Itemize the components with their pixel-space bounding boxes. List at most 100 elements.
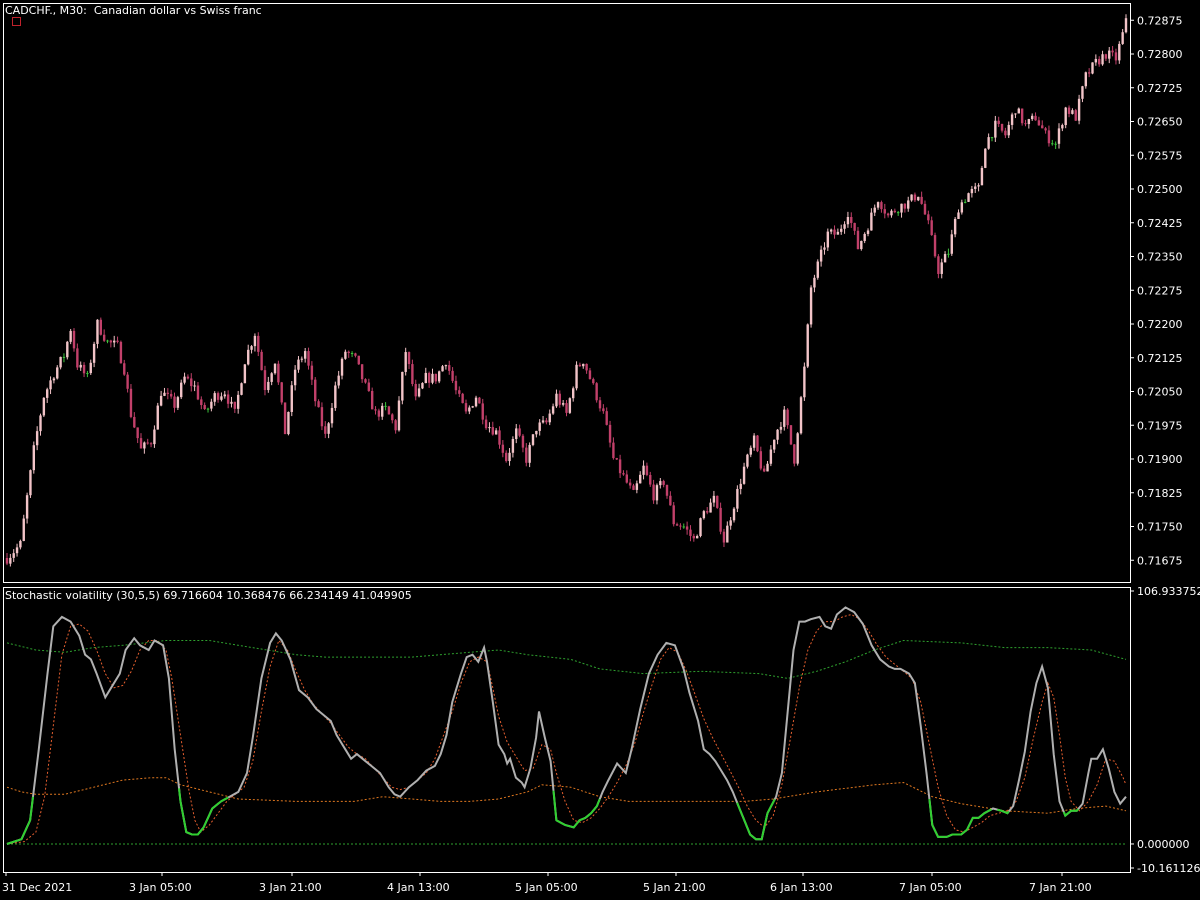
- one-click-trading-icon[interactable]: [12, 17, 21, 26]
- candle: [937, 254, 940, 279]
- candle: [582, 363, 585, 369]
- candle: [52, 376, 56, 384]
- candle: [736, 485, 739, 513]
- candle: [789, 425, 793, 446]
- indicator-axis-label: -10.161126: [1137, 862, 1200, 875]
- candle: [471, 405, 474, 408]
- candle: [685, 521, 689, 535]
- candle: [947, 248, 950, 258]
- candle: [230, 396, 233, 408]
- candle-series: [5, 14, 1128, 567]
- candle: [1121, 29, 1124, 45]
- candle: [12, 549, 15, 562]
- candle: [250, 345, 253, 354]
- candle: [742, 462, 746, 485]
- candle: [625, 470, 629, 484]
- price-axis-label: 0.72200: [1137, 318, 1183, 331]
- candle: [511, 436, 515, 458]
- candle: [324, 421, 327, 439]
- indicator-line-oversold: [736, 798, 776, 841]
- candle: [257, 332, 260, 357]
- candle: [585, 363, 588, 374]
- candle: [156, 402, 159, 430]
- candle: [592, 377, 595, 385]
- candle: [280, 381, 283, 405]
- candle: [32, 441, 36, 474]
- candle: [652, 479, 655, 504]
- candle: [766, 460, 769, 472]
- candle: [521, 433, 525, 453]
- candle: [498, 426, 501, 449]
- candle: [984, 148, 987, 169]
- candle: [659, 477, 662, 489]
- candle: [953, 217, 957, 238]
- candle: [746, 453, 749, 469]
- candle: [283, 402, 287, 435]
- candle: [1024, 119, 1027, 127]
- candle: [531, 434, 535, 447]
- candle: [1014, 113, 1017, 119]
- candle: [133, 412, 136, 429]
- candle: [203, 402, 206, 410]
- candle: [669, 491, 672, 506]
- candle: [216, 391, 220, 403]
- candle: [458, 386, 461, 398]
- candle: [437, 370, 441, 384]
- candle: [384, 402, 387, 411]
- indicator-line-lower_level: [6, 777, 1127, 814]
- candle: [488, 422, 491, 433]
- candle: [407, 351, 411, 370]
- candle: [860, 240, 863, 251]
- candle: [99, 317, 103, 336]
- candle: [1047, 125, 1051, 147]
- candle: [615, 457, 618, 460]
- candle: [783, 405, 786, 431]
- candle: [86, 370, 89, 378]
- candle: [180, 379, 183, 400]
- time-axis-label: 3 Jan 21:00: [259, 881, 322, 894]
- candle: [183, 372, 186, 385]
- candle: [367, 378, 371, 392]
- candle: [1077, 94, 1081, 125]
- price-axis-label: 0.72275: [1137, 284, 1183, 297]
- indicator-line-oversold: [6, 796, 34, 845]
- candle: [431, 368, 434, 385]
- candle: [595, 382, 598, 403]
- candle: [682, 523, 685, 529]
- indicator-line-oversold: [178, 788, 229, 836]
- candle: [923, 200, 927, 216]
- candle: [1010, 112, 1014, 130]
- candle: [1091, 62, 1094, 75]
- candle: [370, 387, 374, 410]
- candle: [468, 405, 471, 415]
- candle: [642, 460, 645, 480]
- candle: [963, 199, 967, 204]
- candle: [876, 201, 880, 210]
- candle: [799, 395, 803, 435]
- candle: [411, 359, 414, 387]
- candle: [213, 391, 216, 406]
- candle: [612, 437, 615, 460]
- candle: [1027, 118, 1031, 129]
- candle: [756, 434, 759, 453]
- candle: [759, 446, 763, 471]
- candle: [478, 396, 481, 404]
- candle: [424, 367, 427, 384]
- candle: [628, 478, 632, 489]
- candle: [119, 340, 123, 364]
- candle: [277, 360, 280, 385]
- price-axis-label: 0.72650: [1137, 116, 1183, 129]
- candle: [541, 415, 545, 424]
- time-axis-label: 6 Jan 13:00: [770, 881, 833, 894]
- candle: [779, 421, 783, 434]
- indicator-line-oversold: [552, 790, 601, 829]
- candle: [873, 204, 876, 217]
- candle: [454, 375, 458, 395]
- candle: [206, 407, 210, 413]
- candle: [102, 329, 106, 342]
- candle: [19, 539, 22, 550]
- candle: [123, 359, 126, 376]
- candle: [126, 371, 129, 393]
- candle: [270, 372, 273, 386]
- candle: [598, 396, 602, 412]
